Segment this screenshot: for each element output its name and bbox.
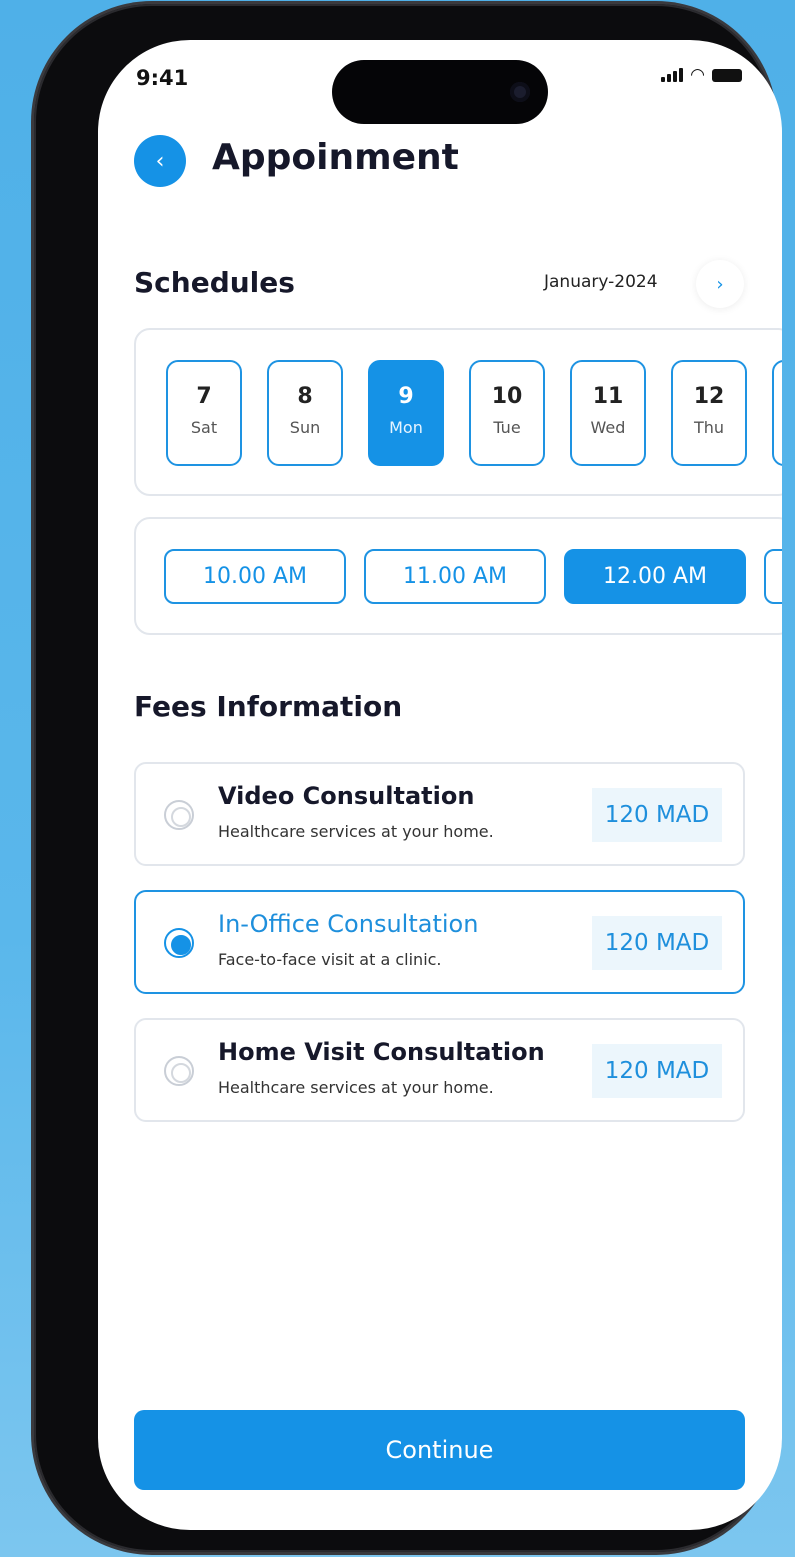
day-chip[interactable]: 7 Sat bbox=[166, 360, 242, 466]
fee-price: 120 MAD bbox=[592, 916, 722, 970]
status-icons: ◠ bbox=[661, 65, 742, 85]
time-slot[interactable]: 10.00 AM bbox=[164, 549, 346, 604]
day-chip-partial[interactable] bbox=[772, 360, 782, 466]
day-weekday: Mon bbox=[389, 418, 423, 437]
chevron-left-icon: ‹ bbox=[155, 148, 165, 174]
day-number: 11 bbox=[592, 384, 624, 409]
day-weekday: Sun bbox=[289, 418, 321, 437]
signal-icon bbox=[661, 68, 684, 82]
fee-price: 120 MAD bbox=[592, 1044, 722, 1098]
fee-description: Healthcare services at your home. bbox=[218, 822, 494, 841]
fee-option-video[interactable]: Video Consultation Healthcare services a… bbox=[134, 762, 745, 866]
month-label: January-2024 bbox=[544, 272, 658, 292]
time-slot[interactable]: 11.00 AM bbox=[364, 549, 546, 604]
day-weekday: Sat bbox=[190, 418, 218, 437]
dynamic-island bbox=[332, 60, 548, 124]
day-chip-selected[interactable]: 9 Mon bbox=[368, 360, 444, 466]
chevron-right-icon: › bbox=[716, 273, 724, 295]
next-month-button[interactable]: › bbox=[696, 260, 744, 308]
day-weekday: Tue bbox=[493, 418, 521, 437]
app-screen: 9:41 ◠ ‹ Appoinment Schedules January-20… bbox=[98, 40, 782, 1530]
continue-button[interactable]: Continue bbox=[134, 1410, 745, 1490]
day-weekday: Thu bbox=[693, 418, 725, 437]
fee-price: 120 MAD bbox=[592, 788, 722, 842]
fee-option-home-visit[interactable]: Home Visit Consultation Healthcare servi… bbox=[134, 1018, 745, 1122]
day-picker: 7 Sat 8 Sun 9 Mon 10 Tue 11 Wed 12 Thu bbox=[134, 328, 782, 496]
status-time: 9:41 bbox=[136, 66, 189, 90]
wifi-icon: ◠ bbox=[690, 65, 705, 85]
fee-description: Face-to-face visit at a clinic. bbox=[218, 950, 442, 969]
back-button[interactable]: ‹ bbox=[134, 135, 186, 187]
day-chip[interactable]: 8 Sun bbox=[267, 360, 343, 466]
fee-option-in-office[interactable]: In-Office Consultation Face-to-face visi… bbox=[134, 890, 745, 994]
phone-frame: 9:41 ◠ ‹ Appoinment Schedules January-20… bbox=[34, 4, 782, 1552]
fee-name: Video Consultation bbox=[218, 782, 475, 810]
day-number: 8 bbox=[297, 384, 313, 409]
fee-description: Healthcare services at your home. bbox=[218, 1078, 494, 1097]
radio-unchecked-icon[interactable] bbox=[164, 1056, 194, 1086]
day-chip[interactable]: 11 Wed bbox=[570, 360, 646, 466]
camera-icon bbox=[510, 82, 530, 102]
day-number: 9 bbox=[398, 384, 414, 409]
day-chip[interactable]: 12 Thu bbox=[671, 360, 747, 466]
radio-unchecked-icon[interactable] bbox=[164, 800, 194, 830]
time-slot-selected[interactable]: 12.00 AM bbox=[564, 549, 746, 604]
day-number: 12 bbox=[693, 384, 725, 409]
fees-heading: Fees Information bbox=[134, 690, 403, 723]
day-chip[interactable]: 10 Tue bbox=[469, 360, 545, 466]
day-weekday: Wed bbox=[590, 418, 626, 437]
day-number: 10 bbox=[491, 384, 523, 409]
battery-icon bbox=[712, 68, 742, 82]
fee-name: In-Office Consultation bbox=[218, 910, 479, 938]
time-slot-partial[interactable] bbox=[764, 549, 782, 604]
schedules-heading: Schedules bbox=[134, 266, 295, 299]
day-number: 7 bbox=[196, 384, 212, 409]
radio-checked-icon[interactable] bbox=[164, 928, 194, 958]
time-picker: 10.00 AM 11.00 AM 12.00 AM bbox=[134, 517, 782, 635]
page-title: Appoinment bbox=[212, 137, 459, 178]
fee-name: Home Visit Consultation bbox=[218, 1038, 545, 1066]
